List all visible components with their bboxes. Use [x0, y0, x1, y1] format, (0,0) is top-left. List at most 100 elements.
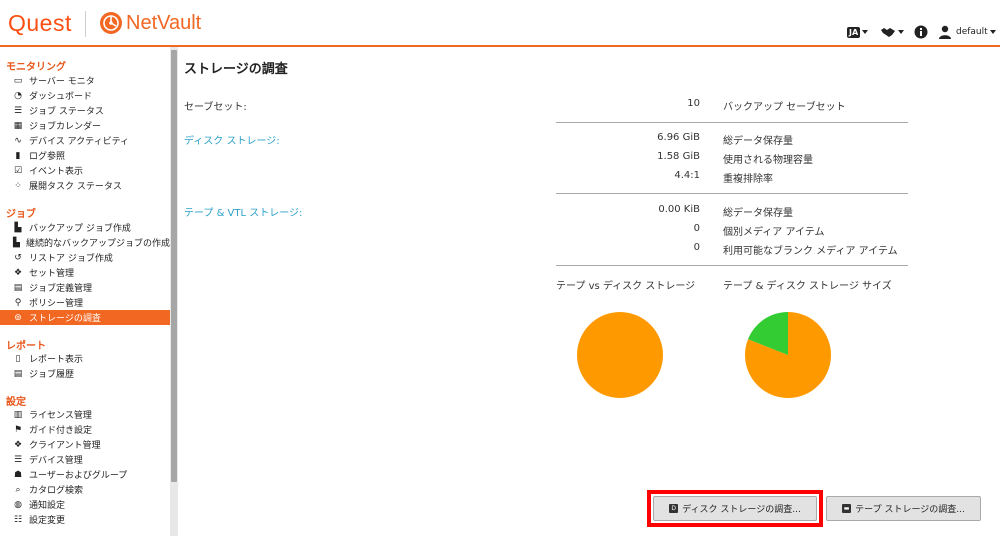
pie-chart-tape-vs-disk	[577, 312, 663, 398]
disk-physical-used-desc: 使用される物理容量	[723, 155, 813, 166]
language-icon: JA	[847, 26, 861, 38]
explore-disk-storage-button[interactable]: D ディスク ストレージの調査...	[653, 496, 817, 521]
continuous-backup-icon: ▙	[13, 237, 20, 248]
disk-total-data-value: 6.96 GiB	[657, 132, 700, 143]
sidebar-item-label: バックアップ ジョブ作成	[29, 224, 131, 234]
sidebar-item-label: 通知設定	[29, 501, 66, 511]
settings-icon: ☷	[13, 514, 23, 525]
sidebar-item-deployment-status[interactable]: ⁘ 展開タスク ステータス	[0, 178, 170, 193]
divider	[556, 193, 908, 194]
netvault-logo-text: NetVault	[126, 12, 202, 34]
license-icon: ▥	[13, 409, 23, 420]
info-button[interactable]	[914, 24, 928, 40]
chevron-down-icon	[862, 30, 869, 34]
sidebar-item-job-history[interactable]: ▤ ジョブ履歴	[0, 366, 170, 381]
sidebar-item-change-settings[interactable]: ☷ 設定変更	[0, 512, 170, 527]
sidebar-item-dashboard[interactable]: ◔ ダッシュボード	[0, 88, 170, 103]
sidebar-item-label: ストレージの調査	[29, 314, 101, 324]
event-icon: ☑	[13, 165, 23, 176]
job-status-icon: ☰	[13, 105, 23, 116]
chevron-down-icon	[989, 30, 996, 34]
sidebar-item-label: レポート表示	[29, 355, 84, 365]
sidebar-item-device-activity[interactable]: ∿ デバイス アクティビティ	[0, 133, 170, 148]
storage-explore-icon: ⊚	[14, 312, 22, 323]
sidebar-item-view-reports[interactable]: ▯ レポート表示	[0, 351, 170, 366]
user-name: default	[956, 27, 988, 37]
sidebar-item-label: 継続的なバックアップジョブの作成	[25, 239, 170, 249]
sidebar-item-label: リストア ジョブ作成	[29, 254, 113, 264]
disk-total-data-desc: 総データ保存量	[723, 136, 793, 147]
sets-icon: ❖	[13, 267, 23, 278]
disk-physical-used-value: 1.58 GiB	[657, 151, 700, 162]
sidebar-item-label: カタログ検索	[29, 486, 84, 496]
device-icon: ☰	[13, 454, 23, 465]
sidebar-item-label: デバイス アクティビティ	[29, 137, 130, 147]
sidebar-item-manage-policies[interactable]: ⚲ ポリシー管理	[0, 295, 170, 310]
sidebar-item-server-monitor[interactable]: ▭ サーバー モニタ	[0, 73, 170, 88]
explore-disk-storage-label: ディスク ストレージの調査...	[682, 505, 801, 515]
monitor-icon: ▭	[13, 75, 23, 86]
sidebar-item-explore-storage[interactable]: ⊚ ストレージの調査	[0, 310, 170, 325]
sidebar-item-label: ガイド付き設定	[29, 426, 93, 436]
sidebar-section-configuration: 設定	[6, 397, 26, 408]
sidebar-item-label: ジョブ履歴	[29, 370, 75, 380]
dedup-ratio-value: 4.4:1	[674, 170, 700, 181]
report-icon: ▯	[15, 353, 21, 364]
sidebar-item-create-restore-job[interactable]: ↺ リストア ジョブ作成	[0, 250, 170, 265]
sidebar-scrollbar-thumb[interactable]	[171, 50, 177, 482]
sidebar-item-view-events[interactable]: ☑ イベント表示	[0, 163, 170, 178]
user-icon	[939, 25, 951, 39]
pie-chart-storage-size	[745, 312, 831, 398]
calendar-icon: ▦	[13, 120, 23, 131]
handshake-icon	[881, 28, 895, 37]
sidebar-item-create-backup-job[interactable]: ▙ バックアップ ジョブ作成	[0, 220, 170, 235]
info-icon	[914, 25, 928, 39]
sidebar: モニタリング ▭ サーバー モニタ ◔ ダッシュボード ☰ ジョブ ステータス ▦ ジョ…	[0, 47, 170, 536]
sidebar-item-label: ポリシー管理	[29, 299, 84, 309]
sidebar-item-label: セット管理	[29, 269, 75, 279]
dedup-ratio-desc: 重複排除率	[723, 174, 773, 185]
chart-title-tape-vs-disk: テープ vs ディスク ストレージ	[556, 281, 696, 292]
sidebar-item-label: デバイス管理	[29, 456, 83, 466]
language-menu[interactable]: JA	[847, 24, 869, 40]
save-sets-value: 10	[687, 98, 700, 109]
sidebar-item-catalog-search[interactable]: ⌕ カタログ検索	[0, 482, 170, 497]
sidebar-item-job-calendar[interactable]: ▦ ジョブカレンダー	[0, 118, 170, 133]
quest-logo: Quest	[8, 10, 72, 36]
explore-tape-storage-button[interactable]: ▬ テープ ストレージの調査...	[826, 496, 981, 521]
sidebar-item-label: ダッシュボード	[29, 92, 93, 102]
sidebar-item-guided-configuration[interactable]: ⚑ ガイド付き設定	[0, 422, 170, 437]
save-sets-desc: バックアップ セーブセット	[723, 102, 846, 113]
sidebar-item-manage-devices[interactable]: ☰ デバイス管理	[0, 452, 170, 467]
client-icon: ❖	[13, 439, 23, 450]
policy-icon: ⚲	[14, 297, 22, 308]
sidebar-item-label: サーバー モニタ	[29, 77, 95, 87]
disk-storage-label[interactable]: ディスク ストレージ:	[184, 132, 280, 147]
sidebar-item-job-status[interactable]: ☰ ジョブ ステータス	[0, 103, 170, 118]
sidebar-section-reports: レポート	[6, 341, 46, 352]
restore-icon: ↺	[14, 252, 22, 263]
users-icon: ☗	[13, 469, 23, 480]
blank-media-items-desc: 利用可能なブランク メディア アイテム	[723, 246, 898, 257]
sidebar-item-manage-job-definitions[interactable]: ▤ ジョブ定義管理	[0, 280, 170, 295]
log-icon: ▮	[15, 150, 21, 161]
sidebar-item-users-and-groups[interactable]: ☗ ユーザーおよびグループ	[0, 467, 170, 482]
sidebar-item-manage-sets[interactable]: ❖ セット管理	[0, 265, 170, 280]
netvault-logo-icon	[100, 12, 122, 34]
divider	[556, 122, 908, 123]
sidebar-section-jobs: ジョブ	[6, 209, 36, 220]
catalog-search-icon: ⌕	[15, 484, 21, 495]
user-menu[interactable]: default	[938, 24, 996, 40]
tape-media-items-value: 0	[693, 223, 700, 234]
sidebar-item-view-logs[interactable]: ▮ ログ参照	[0, 148, 170, 163]
help-links-menu[interactable]	[880, 24, 904, 40]
sidebar-item-label: ジョブ ステータス	[29, 107, 104, 117]
notification-icon: ◍	[14, 499, 22, 510]
sidebar-item-create-continuous-backup[interactable]: ▙ 継続的なバックアップジョブの作成	[0, 235, 170, 250]
blank-media-items-value: 0	[693, 242, 700, 253]
sidebar-item-manage-licenses[interactable]: ▥ ライセンス管理	[0, 407, 170, 422]
tape-total-data-value: 0.00 KiB	[658, 204, 700, 215]
tape-storage-label[interactable]: テープ & VTL ストレージ:	[184, 204, 302, 219]
sidebar-item-manage-clients[interactable]: ❖ クライアント管理	[0, 437, 170, 452]
sidebar-item-notifications[interactable]: ◍ 通知設定	[0, 497, 170, 512]
